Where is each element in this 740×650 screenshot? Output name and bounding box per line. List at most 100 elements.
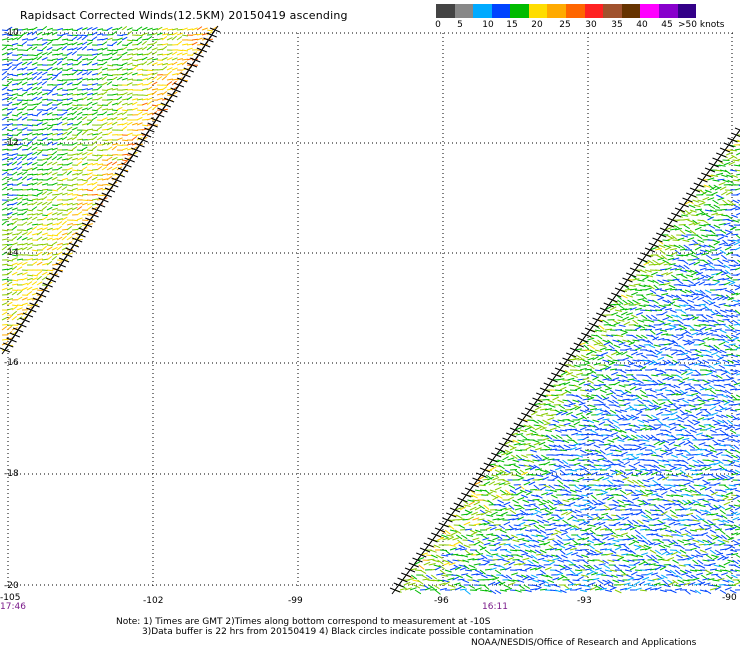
wind-barb — [621, 391, 628, 396]
wind-barb — [595, 334, 603, 340]
wind-barb — [547, 579, 555, 584]
wind-barb — [547, 499, 554, 505]
wind-barb — [671, 411, 678, 416]
wind-barb — [31, 194, 39, 197]
wind-barb — [6, 315, 12, 321]
wind-barb — [621, 532, 629, 536]
wind-barb — [448, 544, 456, 547]
wind-barb — [709, 229, 716, 235]
wind-barb — [548, 561, 556, 566]
wind-barb — [81, 202, 88, 206]
wind-barb — [684, 589, 691, 595]
wind-barb — [642, 276, 649, 281]
wind-barb — [46, 101, 53, 106]
wind-barb — [663, 524, 671, 528]
wind-barb — [121, 51, 128, 56]
wind-barb — [618, 464, 626, 468]
wind-barb — [21, 162, 28, 166]
wind-barb — [419, 569, 427, 574]
wind-barb — [514, 469, 521, 475]
wind-barb — [509, 468, 518, 471]
wind-barb — [605, 354, 613, 359]
wind-barb — [732, 496, 739, 501]
wind-barb — [61, 122, 68, 126]
wind-barb — [26, 61, 33, 66]
wind-barb — [56, 71, 63, 76]
wind-barb — [657, 419, 664, 425]
wind-barb — [16, 197, 23, 201]
wind-barb — [717, 499, 725, 502]
wind-barb — [634, 529, 641, 535]
wind-barb — [111, 156, 118, 161]
wind-barb — [627, 519, 634, 525]
wind-barb — [16, 94, 24, 97]
wind-barb — [657, 356, 665, 361]
wind-barb — [51, 172, 58, 176]
wind-barb — [46, 176, 53, 181]
wind-barb — [71, 36, 78, 41]
wind-barb — [667, 399, 674, 405]
wind-barb — [1, 46, 8, 51]
wind-barb — [592, 376, 599, 381]
wind-barb — [61, 192, 68, 196]
wind-barb — [549, 469, 557, 473]
wind-barb — [583, 383, 591, 386]
wind-barb — [734, 427, 740, 431]
wind-barb — [634, 387, 642, 391]
wind-barb — [716, 252, 723, 256]
wind-barb — [736, 173, 740, 176]
wind-barb — [688, 284, 696, 287]
wind-barb — [547, 399, 555, 404]
wind-barb — [86, 41, 93, 46]
wind-barb — [1, 126, 8, 131]
wind-barb — [554, 548, 563, 551]
wind-barb — [56, 212, 63, 216]
wind-barb — [36, 110, 42, 116]
wind-barb — [46, 141, 53, 146]
wind-barb — [41, 201, 48, 206]
wind-barb — [36, 81, 43, 86]
wind-barb — [736, 212, 740, 216]
wind-barb — [56, 101, 63, 106]
wind-barb — [81, 27, 88, 31]
wind-barb — [11, 93, 18, 96]
wind-barb — [96, 85, 102, 91]
wind-barb — [11, 96, 18, 101]
wind-barb — [66, 92, 73, 96]
wind-barb — [736, 413, 740, 416]
wind-barb — [694, 329, 702, 332]
wind-barb — [6, 301, 13, 306]
wind-barb — [446, 534, 454, 537]
wind-barb — [702, 479, 709, 484]
wind-barb — [66, 222, 73, 226]
wind-barb — [494, 589, 502, 595]
wind-barb — [592, 479, 600, 482]
wind-barb — [66, 170, 72, 176]
wind-barb — [652, 517, 660, 521]
wind-barb — [526, 491, 533, 496]
wind-barb — [31, 136, 38, 141]
wind-barb — [1, 201, 8, 206]
wind-barb — [176, 40, 183, 46]
wind-barb — [556, 572, 564, 576]
wind-barb — [603, 564, 611, 570]
wind-barb — [727, 156, 734, 161]
wind-barb — [644, 287, 652, 291]
wind-barb — [51, 75, 58, 81]
wind-barb — [111, 145, 117, 151]
wind-barb — [181, 60, 187, 66]
wind-barb — [41, 271, 48, 276]
wind-barb — [151, 58, 158, 61]
wind-barb — [725, 574, 733, 580]
wind-barb — [56, 242, 63, 246]
wind-barb — [41, 25, 48, 31]
wind-barb — [597, 439, 605, 444]
wind-barb — [704, 569, 712, 574]
wind-barb — [91, 62, 98, 66]
wind-barb — [121, 77, 128, 81]
wind-barb — [6, 123, 13, 126]
wind-barb — [36, 96, 43, 101]
wind-barb — [626, 453, 634, 456]
wind-barb — [146, 57, 153, 61]
wind-barb — [716, 552, 724, 556]
